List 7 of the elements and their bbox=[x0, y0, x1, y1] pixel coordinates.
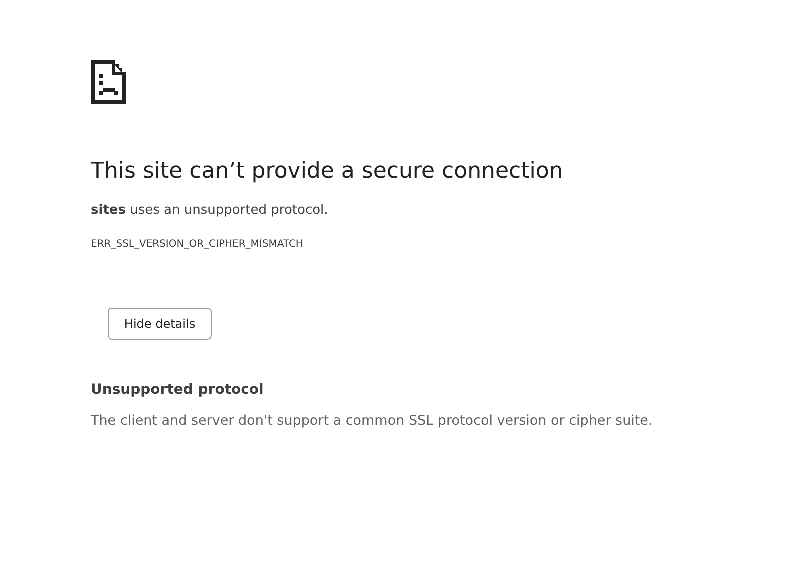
error-code: ERR_SSL_VERSION_OR_CIPHER_MISMATCH bbox=[91, 238, 304, 252]
sad-page-icon bbox=[91, 60, 126, 104]
error-summary: sites uses an unsupported protocol. bbox=[91, 202, 330, 220]
details-text: The client and server don't support a common SSL protocol version or cipher suite. bbox=[91, 412, 654, 430]
hide-details-button[interactable]: Hide details bbox=[108, 308, 212, 340]
details-title: Unsupported protocol bbox=[91, 380, 265, 400]
error-heading: This site can’t provide a secure connection bbox=[91, 158, 564, 186]
